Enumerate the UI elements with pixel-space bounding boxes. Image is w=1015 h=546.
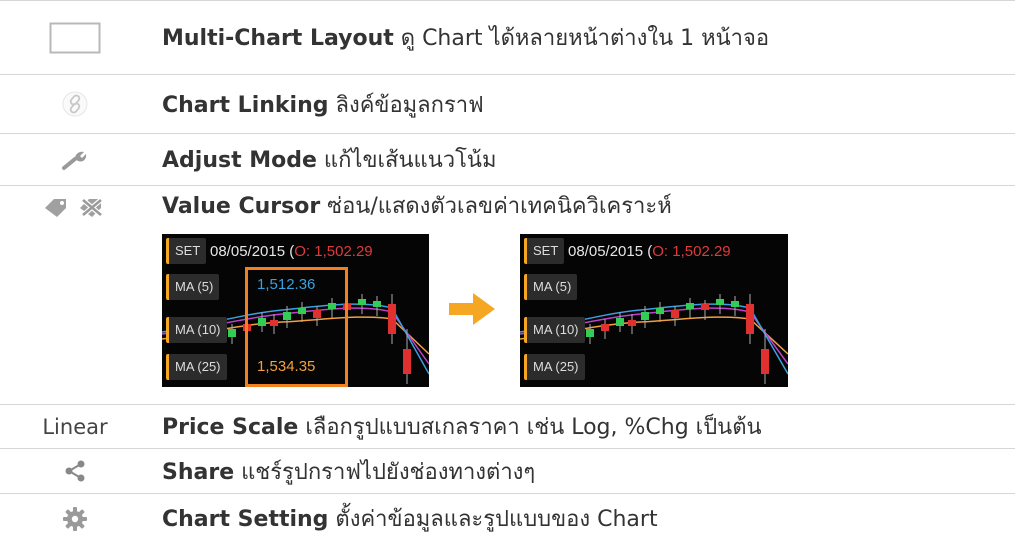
feature-title: Multi-Chart Layout bbox=[162, 26, 394, 51]
linear-scale-button[interactable]: Linear bbox=[0, 415, 150, 439]
row-description: Price Scale เลือกรูปแบบสเกลราคา เช่น Log… bbox=[150, 409, 1015, 444]
row-share: Share แชร์รูปกราฟไปยังช่องทางต่างๆ bbox=[0, 449, 1015, 494]
feature-desc: ตั้งค่าข้อมูลและรูปแบบของ Chart bbox=[328, 507, 658, 532]
ma25-label: MA (25) bbox=[166, 354, 227, 380]
ma5-value: 1,512.36 bbox=[257, 276, 316, 293]
layout-rect-icon[interactable] bbox=[0, 22, 150, 54]
row-chart-linking: Chart Linking ลิงค์ข้อมูลกราฟ bbox=[0, 75, 1015, 134]
arrow-right-icon bbox=[449, 293, 495, 325]
tag-icon bbox=[45, 199, 66, 217]
feature-title: Chart Linking bbox=[162, 92, 329, 118]
row-description: Chart Setting ตั้งค่าข้อมูลและรูปแบบของ … bbox=[150, 501, 1015, 536]
ma5-label: MA (5) bbox=[524, 274, 578, 300]
row-adjust-mode: Adjust Mode แก้ไขเส้นแนวโน้ม bbox=[0, 134, 1015, 186]
row-multi-chart-layout: Multi-Chart Layout ดู Chart ได้หลายหน้าต… bbox=[0, 0, 1015, 75]
feature-title: Share bbox=[162, 459, 235, 485]
chart-header: 08/05/2015 (O: 1,502.29 bbox=[210, 243, 373, 260]
gear-icon[interactable] bbox=[0, 506, 150, 532]
ma10-label: MA (10) bbox=[166, 317, 227, 343]
feature-desc: ซ่อน/แสดงตัวเลขค่าเทคนิควิเคราะห์ bbox=[320, 194, 672, 219]
row-description: Multi-Chart Layout ดู Chart ได้หลายหน้าต… bbox=[150, 20, 1015, 55]
feature-desc: เลือกรูปแบบสเกลราคา เช่น Log, %Chg เป็นต… bbox=[298, 415, 762, 440]
row-description: Chart Linking ลิงค์ข้อมูลกราฟ bbox=[150, 87, 1015, 122]
tag-off-icon bbox=[80, 197, 104, 218]
value-cursor-content: Value Cursor ซ่อน/แสดงตัวเลขค่าเทคนิควิเ… bbox=[150, 186, 1015, 394]
feature-table: Multi-Chart Layout ดู Chart ได้หลายหน้าต… bbox=[0, 0, 1015, 543]
row-price-scale: Linear Price Scale เลือกรูปแบบสเกลราคา เ… bbox=[0, 405, 1015, 449]
chart-open-value: O: 1,502.29 bbox=[294, 243, 373, 260]
chart-screenshot-without-values: 08/05/2015 (O: 1,502.29 SET MA (5) MA (1… bbox=[520, 234, 788, 387]
value-cursor-example: 08/05/2015 (O: 1,502.29 SET MA (5) MA (1… bbox=[162, 234, 1015, 394]
tag-icons[interactable] bbox=[0, 186, 150, 228]
chart-open-value: O: 1,502.29 bbox=[652, 243, 731, 260]
chart-date: 08/05/2015 ( bbox=[210, 243, 295, 260]
feature-title: Adjust Mode bbox=[162, 148, 317, 173]
feature-desc: แชร์รูปกราฟไปยังช่องทางต่างๆ bbox=[234, 459, 536, 485]
symbol-label: SET bbox=[166, 238, 207, 264]
feature-title: Chart Setting bbox=[162, 507, 329, 532]
chart-date: 08/05/2015 ( bbox=[568, 243, 653, 260]
feature-title: Value Cursor bbox=[162, 194, 321, 219]
chart-screenshot-with-values: 08/05/2015 (O: 1,502.29 SET MA (5) MA (1… bbox=[162, 234, 429, 387]
link-icon[interactable] bbox=[0, 91, 150, 117]
feature-desc: ลิงค์ข้อมูลกราฟ bbox=[328, 92, 484, 118]
ma25-value: 1,534.35 bbox=[257, 358, 316, 375]
feature-title: Price Scale bbox=[162, 415, 299, 440]
row-description: Value Cursor ซ่อน/แสดงตัวเลขค่าเทคนิควิเ… bbox=[162, 186, 1015, 228]
row-chart-setting: Chart Setting ตั้งค่าข้อมูลและรูปแบบของ … bbox=[0, 494, 1015, 543]
chart-header: 08/05/2015 (O: 1,502.29 bbox=[568, 243, 731, 260]
row-description: Adjust Mode แก้ไขเส้นแนวโน้ม bbox=[150, 142, 1015, 177]
ma5-label: MA (5) bbox=[166, 274, 220, 300]
feature-desc: แก้ไขเส้นแนวโน้ม bbox=[316, 148, 497, 173]
row-description: Share แชร์รูปกราฟไปยังช่องทางต่างๆ bbox=[150, 454, 1015, 489]
ma25-label: MA (25) bbox=[524, 354, 585, 380]
share-icon[interactable] bbox=[0, 459, 150, 483]
linear-label: Linear bbox=[42, 414, 108, 439]
wrench-icon[interactable] bbox=[0, 149, 150, 171]
feature-desc: ดู Chart ได้หลายหน้าต่างใน 1 หน้าจอ bbox=[393, 26, 770, 51]
symbol-label: SET bbox=[524, 238, 565, 264]
row-value-cursor: Value Cursor ซ่อน/แสดงตัวเลขค่าเทคนิควิเ… bbox=[0, 186, 1015, 405]
ma10-label: MA (10) bbox=[524, 317, 585, 343]
